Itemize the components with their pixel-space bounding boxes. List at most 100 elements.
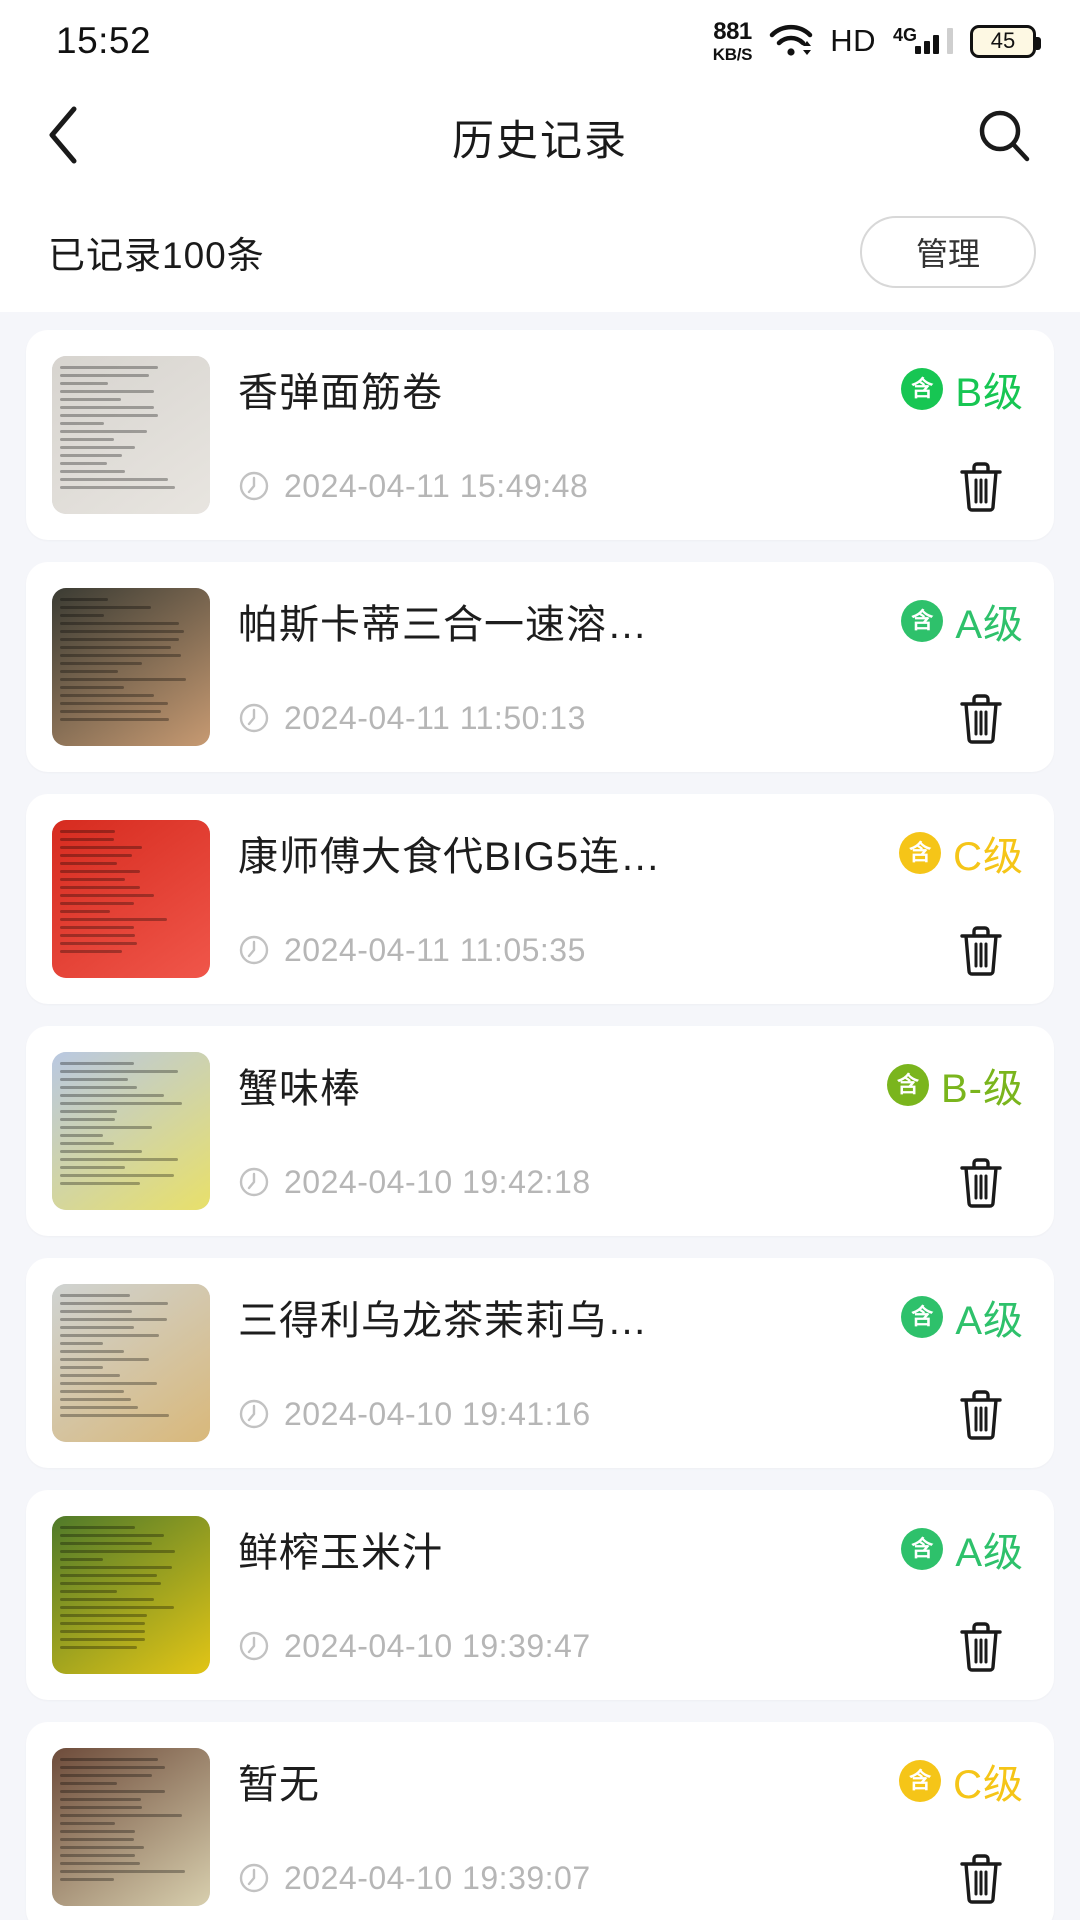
history-item-header: 三得利乌龙茶茉莉乌… 含 A级	[238, 1288, 1024, 1346]
battery-level: 45	[991, 28, 1015, 54]
product-thumbnail[interactable]	[52, 356, 210, 514]
record-time: 2024-04-11 11:05:35	[284, 932, 586, 969]
product-name: 香弹面筋卷	[238, 360, 443, 418]
delete-button[interactable]	[956, 692, 1006, 744]
grade-badge: 含 C级	[899, 1752, 1024, 1810]
delete-button[interactable]	[956, 1388, 1006, 1440]
history-item-header: 蟹味棒 含 B-级	[238, 1056, 1024, 1114]
contains-icon: 含	[899, 1760, 941, 1802]
clock-icon	[238, 1630, 270, 1662]
product-thumbnail[interactable]	[52, 1748, 210, 1906]
grade-badge: 含 B级	[901, 360, 1024, 418]
battery-indicator: 45	[970, 25, 1036, 58]
history-item-body: 鲜榨玉米汁 含 A级 2024-04-10 19:39:47	[238, 1516, 1024, 1674]
back-button[interactable]	[44, 105, 108, 169]
history-item-footer: 2024-04-10 19:39:07	[238, 1852, 1024, 1904]
status-time: 15:52	[56, 20, 151, 62]
grade-label: A级	[955, 592, 1024, 650]
product-thumbnail[interactable]	[52, 588, 210, 746]
grade-badge: 含 A级	[901, 592, 1024, 650]
delete-button[interactable]	[956, 1620, 1006, 1672]
record-time: 2024-04-10 19:39:07	[284, 1860, 591, 1897]
history-item-body: 香弹面筋卷 含 B级 2024-04-11 15:49:48	[238, 356, 1024, 514]
history-item-body: 三得利乌龙茶茉莉乌… 含 A级 2024-04-10 19:41:16	[238, 1284, 1024, 1442]
history-item-body: 帕斯卡蒂三合一速溶… 含 A级 2024-04-11 11:50:13	[238, 588, 1024, 746]
history-item-footer: 2024-04-10 19:41:16	[238, 1388, 1024, 1440]
product-name: 康师傅大食代BIG5连…	[238, 824, 661, 882]
record-time: 2024-04-10 19:41:16	[284, 1396, 591, 1433]
history-item[interactable]: 三得利乌龙茶茉莉乌… 含 A级 2024-04-10 19:41:16	[26, 1258, 1054, 1468]
nav-bar: 历史记录	[0, 82, 1080, 192]
grade-badge: 含 A级	[901, 1288, 1024, 1346]
history-item-header: 康师傅大食代BIG5连… 含 C级	[238, 824, 1024, 882]
history-item[interactable]: 康师傅大食代BIG5连… 含 C级 2024-04-11 11:05:35	[26, 794, 1054, 1004]
grade-label: A级	[955, 1288, 1024, 1346]
record-count-label: 已记录100条	[48, 225, 265, 279]
contains-icon: 含	[901, 1296, 943, 1338]
manage-button[interactable]: 管理	[860, 216, 1036, 288]
product-thumbnail[interactable]	[52, 820, 210, 978]
timestamp-group: 2024-04-11 15:49:48	[238, 468, 588, 505]
history-screen: 15:52 881 KB/S HD 4G 45 历史记录 已记录100条 管理 …	[0, 0, 1080, 1920]
grade-badge: 含 A级	[901, 1520, 1024, 1578]
contains-icon: 含	[899, 832, 941, 874]
clock-icon	[238, 470, 270, 502]
record-time: 2024-04-11 11:50:13	[284, 700, 586, 737]
product-thumbnail[interactable]	[52, 1516, 210, 1674]
hd-indicator: HD	[830, 23, 876, 59]
timestamp-group: 2024-04-10 19:39:07	[238, 1860, 591, 1897]
history-item-body: 暂无 含 C级 2024-04-10 19:39:07	[238, 1748, 1024, 1906]
search-button[interactable]	[972, 105, 1036, 169]
product-name: 暂无	[238, 1752, 320, 1810]
delete-button[interactable]	[956, 460, 1006, 512]
delete-button[interactable]	[956, 1156, 1006, 1208]
product-thumbnail[interactable]	[52, 1052, 210, 1210]
history-item-header: 香弹面筋卷 含 B级	[238, 360, 1024, 418]
contains-icon: 含	[901, 600, 943, 642]
history-item[interactable]: 蟹味棒 含 B-级 2024-04-10 19:42:18	[26, 1026, 1054, 1236]
history-item-footer: 2024-04-10 19:39:47	[238, 1620, 1024, 1672]
list-summary-bar: 已记录100条 管理	[0, 192, 1080, 312]
history-item-body: 康师傅大食代BIG5连… 含 C级 2024-04-11 11:05:35	[238, 820, 1024, 978]
network-speed-value: 881	[713, 20, 752, 44]
signal-indicator: 4G	[893, 28, 953, 54]
network-speed-indicator: 881 KB/S	[713, 20, 752, 63]
contains-icon: 含	[887, 1064, 929, 1106]
history-item-body: 蟹味棒 含 B-级 2024-04-10 19:42:18	[238, 1052, 1024, 1210]
signal-bars-icon	[915, 35, 939, 54]
product-name: 三得利乌龙茶茉莉乌…	[238, 1288, 648, 1346]
clock-icon	[238, 934, 270, 966]
grade-badge: 含 C级	[899, 824, 1024, 882]
chevron-left-icon	[44, 104, 84, 171]
grade-label: B级	[955, 360, 1024, 418]
record-time: 2024-04-10 19:42:18	[284, 1164, 591, 1201]
product-name: 蟹味棒	[238, 1056, 361, 1114]
contains-icon: 含	[901, 1528, 943, 1570]
grade-badge: 含 B-级	[887, 1056, 1024, 1114]
history-item[interactable]: 香弹面筋卷 含 B级 2024-04-11 15:49:48	[26, 330, 1054, 540]
clock-icon	[238, 1166, 270, 1198]
clock-icon	[238, 702, 270, 734]
history-item-footer: 2024-04-10 19:42:18	[238, 1156, 1024, 1208]
history-item-footer: 2024-04-11 11:05:35	[238, 924, 1024, 976]
history-item-footer: 2024-04-11 15:49:48	[238, 460, 1024, 512]
grade-label: A级	[955, 1520, 1024, 1578]
clock-icon	[238, 1398, 270, 1430]
history-item[interactable]: 帕斯卡蒂三合一速溶… 含 A级 2024-04-11 11:50:13	[26, 562, 1054, 772]
timestamp-group: 2024-04-10 19:39:47	[238, 1628, 591, 1665]
history-list[interactable]: 香弹面筋卷含 B级 2024-04-11 15:49:48 帕斯卡蒂三合一速溶… 含 A级…	[0, 312, 1080, 1920]
delete-button[interactable]	[956, 1852, 1006, 1904]
clock-icon	[238, 1862, 270, 1894]
product-thumbnail[interactable]	[52, 1284, 210, 1442]
history-item[interactable]: 鲜榨玉米汁 含 A级 2024-04-10 19:39:47	[26, 1490, 1054, 1700]
timestamp-group: 2024-04-11 11:50:13	[238, 700, 586, 737]
grade-label: C级	[953, 1752, 1024, 1810]
contains-icon: 含	[901, 368, 943, 410]
delete-button[interactable]	[956, 924, 1006, 976]
history-item-footer: 2024-04-11 11:50:13	[238, 692, 1024, 744]
history-item-header: 暂无 含 C级	[238, 1752, 1024, 1810]
history-item[interactable]: 暂无 含 C级 2024-04-10 19:39:07	[26, 1722, 1054, 1920]
timestamp-group: 2024-04-11 11:05:35	[238, 932, 586, 969]
grade-label: C级	[953, 824, 1024, 882]
record-time: 2024-04-11 15:49:48	[284, 468, 588, 505]
